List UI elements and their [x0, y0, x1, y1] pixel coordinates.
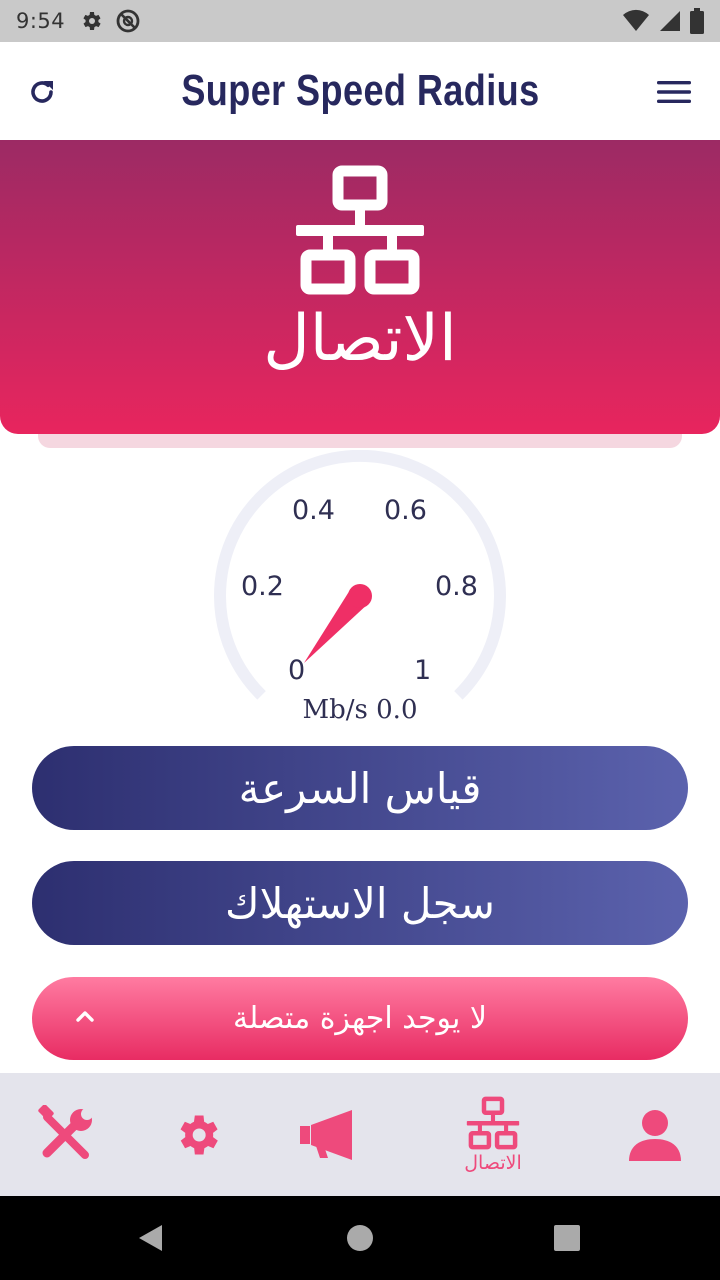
home-button[interactable]: [340, 1218, 380, 1258]
system-nav-bar: [0, 1196, 720, 1280]
connected-devices-label: لا يوجد اجهزة متصلة: [233, 1001, 487, 1036]
app-title: Super Speed Radius: [180, 66, 540, 115]
refresh-button[interactable]: [22, 72, 62, 112]
battery-icon: [690, 8, 704, 34]
menu-icon: [657, 81, 691, 103]
hero-banner: الاتصال: [0, 140, 720, 434]
tools-icon: [38, 1104, 93, 1159]
app-bar: Super Speed Radius: [0, 42, 720, 140]
home-icon: [347, 1225, 373, 1251]
bottom-nav: الاتصال: [0, 1073, 720, 1196]
network-icon: [296, 165, 424, 295]
screen: 9:54 Super Speed Radius الاتصال 0 0.2 0.…: [0, 0, 720, 1280]
gauge-hub: [348, 584, 372, 608]
usage-log-button[interactable]: سجل الاستهلاك: [32, 861, 688, 945]
nav-item-tools[interactable]: [22, 1073, 112, 1196]
recents-button[interactable]: [547, 1218, 587, 1258]
gauge-tick-label: 0.6: [384, 495, 427, 526]
back-icon: [139, 1225, 162, 1251]
back-button[interactable]: [130, 1218, 170, 1258]
gauge-readout: Mb/s 0.0: [302, 695, 418, 725]
status-time: 9:54: [16, 9, 66, 33]
menu-button[interactable]: [654, 72, 694, 112]
speed-test-button[interactable]: قياس السرعة: [32, 746, 688, 830]
nav-item-settings[interactable]: [152, 1073, 242, 1196]
gauge-tick-label: 1: [414, 655, 432, 686]
status-left-icons: [79, 8, 141, 34]
nav-item-connection[interactable]: الاتصال: [446, 1073, 540, 1196]
nav-item-profile[interactable]: [610, 1073, 700, 1196]
gear-icon: [180, 1115, 218, 1154]
status-right-icons: [622, 8, 704, 34]
gear-icon: [83, 12, 101, 30]
hero-title: الاتصال: [263, 302, 457, 376]
recents-icon: [554, 1225, 580, 1251]
gauge-tick-label: 0.8: [435, 571, 478, 602]
network-icon: [466, 1096, 520, 1149]
gauge-tick-label: 0: [288, 655, 306, 686]
wifi-icon: [623, 9, 649, 31]
person-icon: [629, 1109, 681, 1161]
nav-item-label: الاتصال: [464, 1151, 522, 1174]
signal-icon: [660, 11, 680, 31]
connected-devices-button[interactable]: لا يوجد اجهزة متصلة: [32, 977, 688, 1060]
gauge-tick-label: 0.4: [292, 495, 335, 526]
megaphone-icon: [300, 1109, 352, 1160]
gauge-tick-label: 0.2: [241, 571, 284, 602]
refresh-icon: [31, 81, 53, 103]
chevron-up-icon: [76, 1011, 94, 1022]
block-icon: [116, 9, 140, 33]
nav-item-announcements[interactable]: [282, 1073, 372, 1196]
status-bar: 9:54: [0, 0, 720, 42]
